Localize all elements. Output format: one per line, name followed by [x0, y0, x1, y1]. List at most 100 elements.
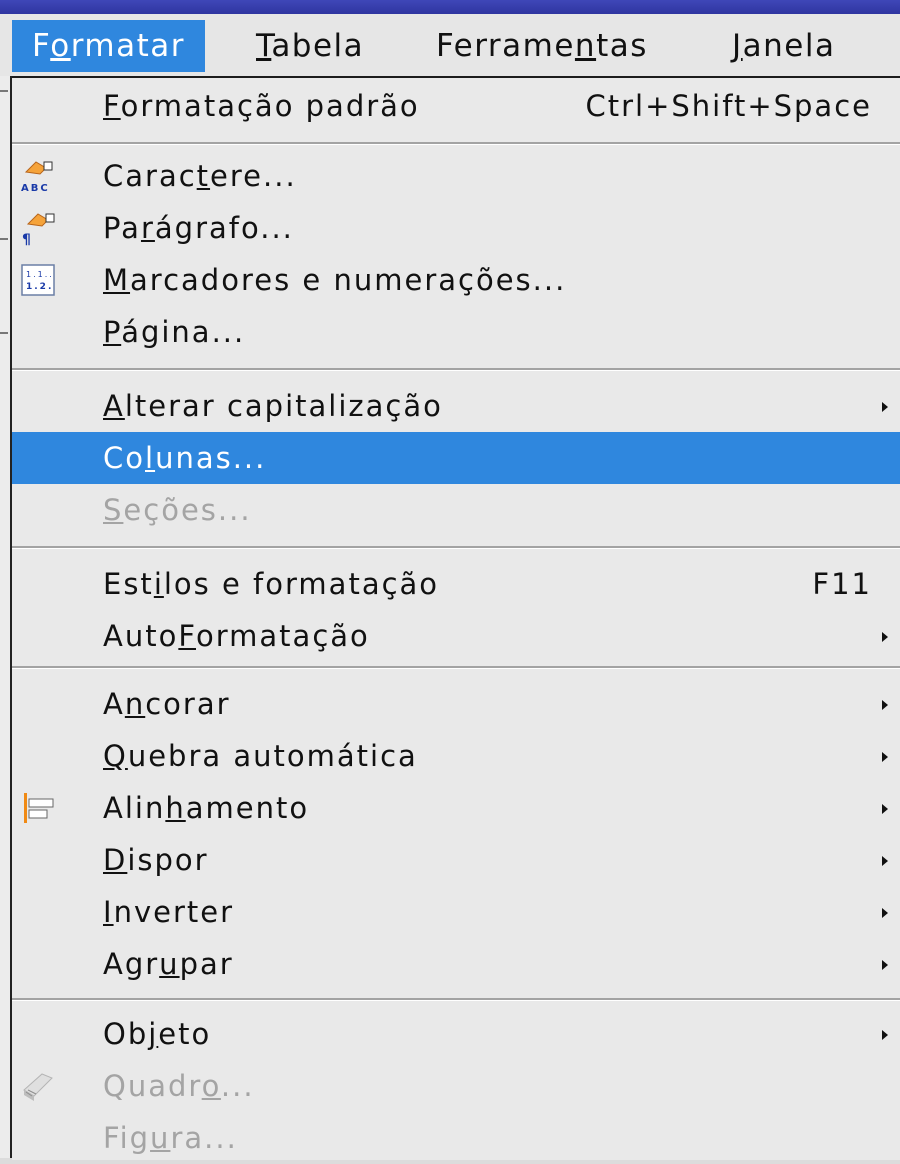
mnemonic-letter: h: [165, 791, 186, 825]
menu-label: F: [32, 28, 51, 64]
mnemonic-letter: F: [178, 619, 196, 653]
mnemonic-letter: u: [150, 1121, 171, 1155]
item-caractere[interactable]: ABC Caractere...: [12, 150, 900, 202]
submenu-arrow-icon: [882, 1030, 888, 1040]
item-autoformatacao[interactable]: AutoFormatação: [12, 610, 900, 662]
menu-item-label: AutoFormatação: [103, 610, 370, 662]
item-paragrafo[interactable]: ¶ Parágrafo...: [12, 202, 900, 254]
menu-item-label: Alterar capitalização: [103, 380, 443, 432]
submenu-arrow-icon: [882, 402, 888, 412]
menu-mnemonic: T: [256, 28, 272, 64]
character-format-icon: ABC: [20, 158, 56, 194]
menu-tabela[interactable]: Tabela: [236, 20, 384, 72]
window-title-strip: [0, 0, 900, 14]
label-text: los e formatação: [163, 567, 440, 601]
menu-label: abela: [271, 28, 365, 64]
item-colunas[interactable]: Colunas...: [12, 432, 900, 484]
mnemonic-letter: D: [103, 843, 128, 877]
svg-text:ABC: ABC: [21, 183, 50, 194]
svg-text:¶: ¶: [22, 232, 33, 246]
menu-label: anela: [742, 28, 836, 64]
mnemonic-letter: i: [153, 567, 164, 601]
mnemonic-letter: M: [103, 263, 131, 297]
menu-item-label: Formatação padrão: [103, 80, 420, 132]
item-objeto[interactable]: Objeto: [12, 1008, 900, 1060]
item-formatacao-padrao[interactable]: Formatação padrão Ctrl+Shift+Space: [12, 80, 900, 132]
submenu-arrow-icon: [882, 804, 888, 814]
menu-formatar[interactable]: Formatar: [12, 20, 205, 72]
submenu-arrow-icon: [882, 960, 888, 970]
menu-item-label: Dispor: [103, 834, 209, 886]
menu-item-label: Objeto: [103, 1008, 211, 1060]
label-text: Co: [103, 441, 145, 475]
item-pagina[interactable]: Página...: [12, 306, 900, 358]
item-alinhamento[interactable]: Alinhamento: [12, 782, 900, 834]
menu-mnemonic: J: [732, 28, 743, 64]
label-text: arcadores e numerações...: [130, 263, 567, 297]
label-text: ágrafo...: [154, 211, 294, 245]
shortcut-label: F11: [812, 567, 872, 601]
submenu-arrow-icon: [882, 752, 888, 762]
menu-separator: [12, 142, 900, 145]
menu-item-label: Seções...: [103, 484, 252, 536]
label-text: ere...: [210, 159, 297, 193]
menu-separator: [12, 666, 900, 669]
svg-text:1.1..: 1.1..: [26, 270, 54, 279]
submenu-arrow-icon: [882, 856, 888, 866]
menu-item-label: Quebra automática: [103, 730, 418, 782]
label-text: Est: [103, 567, 154, 601]
item-secoes: Seções...: [12, 484, 900, 536]
mnemonic-letter: n: [124, 687, 146, 721]
label-text: ra...: [170, 1121, 238, 1155]
menu-janela[interactable]: Janela: [712, 20, 855, 72]
ruler-mark: [0, 238, 8, 240]
menu-ferramentas[interactable]: Ferramentas: [416, 20, 668, 72]
bullets-numbering-icon: 1.1.. 1.2.: [20, 262, 56, 298]
label-text: amento: [185, 791, 310, 825]
menu-item-label: Marcadores e numerações...: [103, 254, 566, 306]
label-text: ...: [220, 1069, 255, 1103]
paragraph-format-icon: ¶: [20, 210, 56, 248]
submenu-arrow-icon: [882, 632, 888, 642]
label-text: Carac: [103, 159, 197, 193]
label-text: Auto: [103, 619, 179, 653]
menu-item-label: Quadro...: [103, 1060, 255, 1112]
item-ancorar[interactable]: Ancorar: [12, 678, 900, 730]
svg-text:1.2.: 1.2.: [26, 282, 53, 292]
item-marcadores-numeracoes[interactable]: 1.1.. 1.2. Marcadores e numerações...: [12, 254, 900, 306]
label-text: ormatação: [196, 619, 370, 653]
menu-item-label: Alinhamento: [103, 782, 309, 834]
label-text: ispor: [127, 843, 209, 877]
submenu-arrow-icon: [882, 908, 888, 918]
mnemonic-letter: j: [148, 1017, 159, 1051]
menu-item-label: Agrupar: [103, 938, 234, 990]
label-text: A: [103, 687, 125, 721]
mnemonic-letter: S: [103, 493, 124, 527]
alignment-icon: [20, 790, 56, 826]
ruler-mark: [0, 332, 8, 334]
format-menu-dropdown: Formatação padrão Ctrl+Shift+Space ABC Cara…: [12, 76, 900, 1160]
item-quebra-automatica[interactable]: Quebra automática: [12, 730, 900, 782]
menu-separator: [12, 546, 900, 549]
mnemonic-letter: l: [145, 441, 156, 475]
label-text: nverter: [113, 895, 235, 929]
label-text: uebra automática: [127, 739, 418, 773]
item-inverter[interactable]: Inverter: [12, 886, 900, 938]
label-text: eto: [158, 1017, 212, 1051]
mnemonic-letter: t: [196, 159, 211, 193]
frame-icon: [20, 1068, 56, 1104]
mnemonic-letter: r: [140, 211, 155, 245]
menu-label: rmatar: [70, 28, 185, 64]
mnemonic-letter: I: [103, 895, 114, 929]
menu-label: tas: [596, 28, 648, 64]
item-estilos-formatacao[interactable]: Estilos e formatação F11: [12, 558, 900, 610]
label-text: lterar capitalização: [124, 389, 443, 423]
item-dispor[interactable]: Dispor: [12, 834, 900, 886]
menubar: Formatar Tabela Ferramentas Janela: [0, 14, 900, 78]
item-alterar-capitalizacao[interactable]: Alterar capitalização: [12, 380, 900, 432]
menu-item-label: Figura...: [103, 1112, 238, 1164]
label-text: par: [179, 947, 234, 981]
menu-mnemonic: n: [574, 28, 597, 64]
item-agrupar[interactable]: Agrupar: [12, 938, 900, 990]
mnemonic-letter: u: [159, 947, 180, 981]
